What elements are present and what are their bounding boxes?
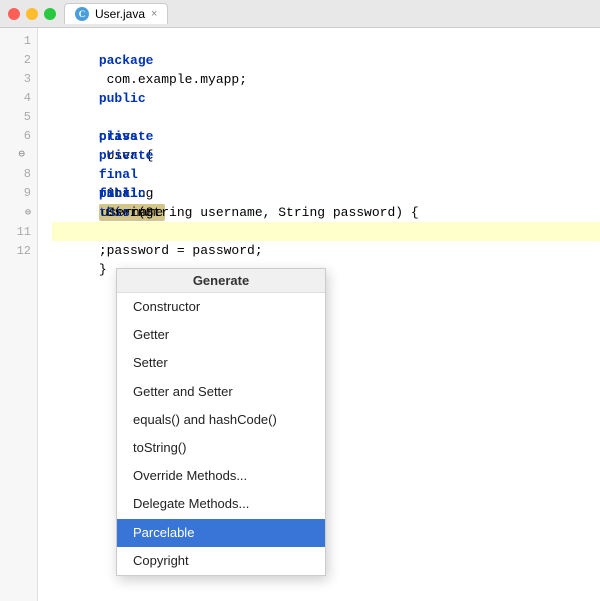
line-num-8: 8 bbox=[0, 165, 31, 184]
menu-header: Generate bbox=[117, 269, 325, 293]
code-line-9: this .password = password; bbox=[52, 184, 600, 203]
code-line-4: private final String username ; bbox=[52, 89, 600, 108]
line-num-1: 1 bbox=[0, 32, 31, 51]
menu-item-getter[interactable]: Getter bbox=[117, 321, 325, 349]
minimize-button[interactable] bbox=[26, 8, 38, 20]
line-num-6: 6 bbox=[0, 127, 31, 146]
code-line-6 bbox=[52, 127, 600, 146]
java-file-icon: C bbox=[75, 7, 89, 21]
code-content[interactable]: package com.example.myapp; public class … bbox=[38, 28, 600, 601]
title-bar: C User.java × bbox=[0, 0, 600, 28]
menu-item-copyright[interactable]: Copyright bbox=[117, 547, 325, 575]
menu-item-override-methods[interactable]: Override Methods... bbox=[117, 462, 325, 490]
line-num-2: 2 bbox=[0, 51, 31, 70]
maximize-button[interactable] bbox=[44, 8, 56, 20]
code-line-12: } bbox=[52, 241, 600, 260]
code-line-11 bbox=[52, 222, 600, 241]
menu-item-constructor[interactable]: Constructor bbox=[117, 293, 325, 321]
tab-label: User.java bbox=[95, 7, 145, 21]
menu-item-parcelable[interactable]: Parcelable bbox=[117, 519, 325, 547]
editor-area: 1 2 3 4 5 6 ⊖ 8 9 ⊖ 11 12 package com.ex… bbox=[0, 28, 600, 601]
menu-item-tostring[interactable]: toString() bbox=[117, 434, 325, 462]
code-line-2 bbox=[52, 51, 600, 70]
editor-gutter: 1 2 3 4 5 6 ⊖ 8 9 ⊖ 11 12 bbox=[0, 28, 38, 601]
line-num-3: 3 bbox=[0, 70, 31, 89]
line-num-9: 9 bbox=[0, 184, 31, 203]
code-line-8: this .username = username; bbox=[52, 165, 600, 184]
line-num-4: 4 bbox=[0, 89, 31, 108]
menu-item-getter-setter[interactable]: Getter and Setter bbox=[117, 378, 325, 406]
code-line-10: } bbox=[52, 203, 600, 222]
menu-item-delegate-methods[interactable]: Delegate Methods... bbox=[117, 490, 325, 518]
window-controls bbox=[8, 8, 56, 20]
line-numbers: 1 2 3 4 5 6 ⊖ 8 9 ⊖ 11 12 bbox=[0, 28, 37, 261]
tab-close-button[interactable]: × bbox=[151, 9, 157, 20]
code-line-5: private final String password ; bbox=[52, 108, 600, 127]
line-num-5: 5 bbox=[0, 108, 31, 127]
menu-item-equals-hashcode[interactable]: equals() and hashCode() bbox=[117, 406, 325, 434]
file-tab[interactable]: C User.java × bbox=[64, 3, 168, 24]
code-line-1: package com.example.myapp; bbox=[52, 32, 600, 51]
context-menu[interactable]: Generate Constructor Getter Setter Gette… bbox=[116, 268, 326, 576]
line-num-7: ⊖ bbox=[0, 146, 31, 165]
menu-item-setter[interactable]: Setter bbox=[117, 349, 325, 377]
line-num-11: 11 bbox=[0, 223, 31, 242]
code-line-7: public User(String username, String pass… bbox=[52, 146, 600, 165]
line-num-12: 12 bbox=[0, 242, 31, 261]
code-line-3: public class User { bbox=[52, 70, 600, 89]
line-num-10: ⊖ bbox=[0, 203, 31, 223]
close-button[interactable] bbox=[8, 8, 20, 20]
